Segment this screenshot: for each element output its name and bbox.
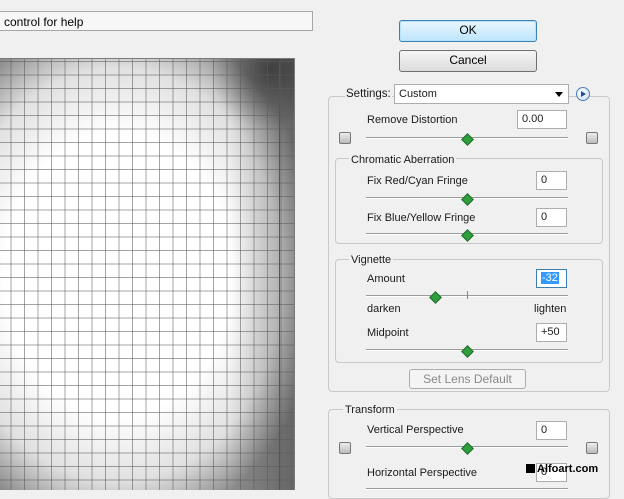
settings-select-value: Custom <box>399 88 437 100</box>
vertical-perspective-value: 0 <box>541 424 548 436</box>
vignette-title: Vignette <box>349 254 394 266</box>
watermark-logo <box>526 464 535 473</box>
preview-grid <box>0 59 294 490</box>
transform-group <box>328 409 610 499</box>
midpoint-value: +50 <box>541 326 560 338</box>
blue-yellow-label: Fix Blue/Yellow Fringe <box>367 212 476 224</box>
amount-value: -32 <box>541 272 559 284</box>
vertical-perspective-field[interactable]: 0 <box>536 421 567 440</box>
darken-label: darken <box>367 303 401 315</box>
preview-canvas[interactable] <box>0 58 295 490</box>
watermark-text: Alfoart.com <box>537 463 599 475</box>
red-cyan-value: 0 <box>541 174 548 186</box>
amount-label: Amount <box>367 273 405 285</box>
help-text: control for help <box>4 15 84 29</box>
chromatic-aberration-title: Chromatic Aberration <box>349 154 457 166</box>
red-cyan-label: Fix Red/Cyan Fringe <box>367 175 468 187</box>
remove-distortion-label: Remove Distortion <box>367 114 458 126</box>
remove-distortion-value: 0.00 <box>522 113 544 125</box>
settings-select[interactable]: Custom <box>394 84 569 104</box>
settings-label: Settings: <box>345 88 392 100</box>
midpoint-label: Midpoint <box>367 327 409 339</box>
amount-field[interactable]: -32 <box>536 269 567 288</box>
red-cyan-field[interactable]: 0 <box>536 171 567 190</box>
amount-center-tick <box>467 291 468 299</box>
transform-title: Transform <box>343 404 397 416</box>
vertical-perspective-label: Vertical Perspective <box>367 424 464 436</box>
settings-menu-icon[interactable] <box>576 87 590 101</box>
preview-frame-edge <box>279 61 290 490</box>
ok-button[interactable]: OK <box>399 20 537 42</box>
vertical-perspective-right-icon <box>586 442 598 454</box>
midpoint-field[interactable]: +50 <box>536 323 567 342</box>
vertical-perspective-left-icon <box>339 442 351 454</box>
horizontal-perspective-label: Horizontal Perspective <box>367 467 478 479</box>
remove-distortion-field[interactable]: 0.00 <box>517 110 567 129</box>
chevron-down-icon <box>555 92 563 97</box>
help-bar: control for help <box>0 11 313 31</box>
lighten-label: lighten <box>534 303 567 315</box>
blue-yellow-value: 0 <box>541 211 548 223</box>
barrel-icon <box>586 132 598 144</box>
set-lens-default-button[interactable]: Set Lens Default <box>409 369 526 389</box>
blue-yellow-field[interactable]: 0 <box>536 208 567 227</box>
cancel-button[interactable]: Cancel <box>399 50 537 72</box>
pincushion-icon <box>339 132 351 144</box>
